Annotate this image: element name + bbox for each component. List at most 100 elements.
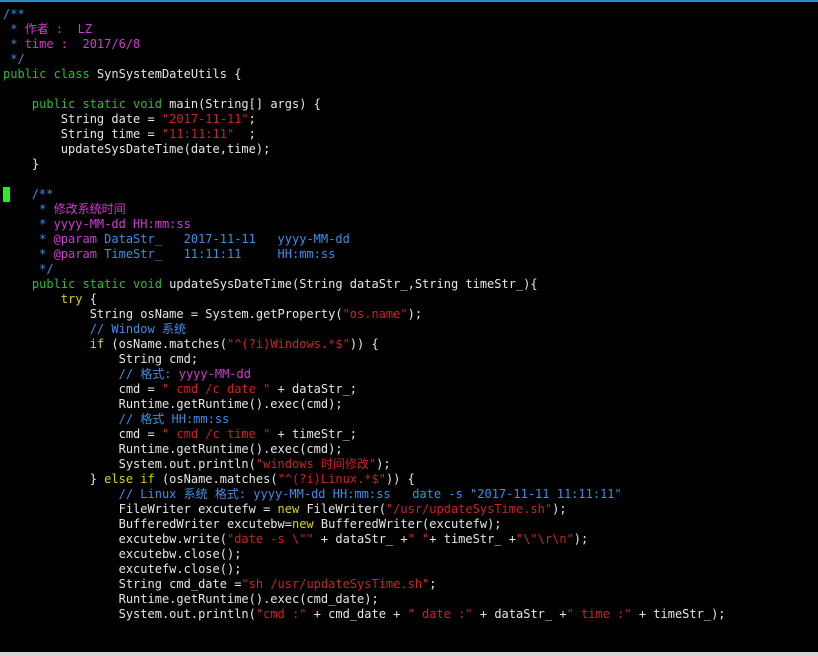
doc-token: @param <box>53 232 97 246</box>
code-line[interactable]: } else if (osName.matches("^(?i)Linux.*$… <box>3 472 818 487</box>
code-token: Runtime.getRuntime().exec(cmd); <box>3 442 343 456</box>
code-line[interactable]: * @param DataStr_ 2017-11-11 yyyy-MM-dd <box>3 232 818 247</box>
code-line[interactable]: excutefw.close(); <box>3 562 818 577</box>
string-literal-token: "windows 时间修改" <box>255 457 377 471</box>
code-token: (osName.matches( <box>154 472 278 486</box>
code-token: + timeStr_); <box>631 607 726 621</box>
code-token: + timeStr_ + <box>429 532 516 546</box>
code-token: excutebw.write( <box>3 532 227 546</box>
string-literal-token: "2017-11-11" <box>161 112 249 126</box>
code-line[interactable]: Runtime.getRuntime().exec(cmd_date); <box>3 592 818 607</box>
code-line[interactable]: updateSysDateTime(date,time); <box>3 142 818 157</box>
code-line[interactable]: */ <box>3 262 818 277</box>
code-line[interactable]: * @param TimeStr_ 11:11:11 HH:mm:ss <box>3 247 818 262</box>
comment-token: */ <box>3 262 54 276</box>
control-keyword-token: new <box>291 517 314 531</box>
code-token: String osName = System.getProperty( <box>3 307 343 321</box>
code-line[interactable]: */ <box>3 52 818 67</box>
code-line[interactable]: try { <box>3 292 818 307</box>
comment-token: /** <box>31 187 54 201</box>
code-line[interactable]: public static void updateSysDateTime(Str… <box>3 277 818 292</box>
code-token: ); <box>407 307 423 321</box>
code-line[interactable]: /** <box>3 187 818 202</box>
code-line[interactable]: String cmd; <box>3 352 818 367</box>
code-token: System.out.println( <box>3 607 256 621</box>
code-line[interactable]: // 格式 HH:mm:ss <box>3 412 818 427</box>
string-literal-token: "cmd :" <box>255 607 307 621</box>
string-literal-token: "11:11:11" <box>161 127 235 141</box>
code-token: cmd = <box>3 427 162 441</box>
code-token: Runtime.getRuntime().exec(cmd); <box>3 397 343 411</box>
code-line[interactable]: BufferedWriter excutebw=new BufferedWrit… <box>3 517 818 532</box>
code-line[interactable]: } <box>3 157 818 172</box>
comment-token: // 格式: <box>118 367 179 381</box>
code-line[interactable]: // Linux 系统 格式: yyyy-MM-dd HH:mm:ss date… <box>3 487 818 502</box>
code-line[interactable] <box>3 172 818 187</box>
code-line[interactable]: cmd = " cmd /c date " + dataStr_; <box>3 382 818 397</box>
string-literal-token: "^(?i)Linux.*$" <box>277 472 386 486</box>
code-line[interactable]: System.out.println("windows 时间修改"); <box>3 457 818 472</box>
comment-token: * <box>3 217 54 231</box>
comment-token: // 格式 HH:mm:ss <box>118 412 230 426</box>
code-token: ); <box>573 532 589 546</box>
code-token: BufferedWriter excutebw= <box>3 517 292 531</box>
string-literal-token: "os.name" <box>342 307 408 321</box>
bottom-scrollbar[interactable] <box>0 652 818 656</box>
code-line[interactable]: excutebw.write("date -s \"" + dataStr_ +… <box>3 532 818 547</box>
code-area[interactable]: /** * 作者 : LZ * time : 2017/6/8 */public… <box>3 7 818 622</box>
code-token: FileWriter( <box>299 502 386 516</box>
text-cursor <box>3 187 10 202</box>
control-keyword-token: if <box>89 337 105 351</box>
control-keyword-token: new <box>277 502 300 516</box>
code-token: } <box>3 472 105 486</box>
code-line[interactable]: if (osName.matches("^(?i)Windows.*$")) { <box>3 337 818 352</box>
string-literal-token: "sh /usr/updateSysTime.sh" <box>241 577 430 591</box>
code-line[interactable]: cmd = " cmd /c time " + timeStr_; <box>3 427 818 442</box>
keyword-token: public class <box>3 67 90 81</box>
code-line[interactable]: public class SynSystemDateUtils { <box>3 67 818 82</box>
code-line[interactable]: * time : 2017/6/8 <box>3 37 818 52</box>
code-token: Runtime.getRuntime().exec(cmd_date); <box>3 592 379 606</box>
code-line[interactable]: String time = "11:11:11" ; <box>3 127 818 142</box>
code-token: { <box>82 292 97 306</box>
code-line[interactable]: String cmd_date ="sh /usr/updateSysTime.… <box>3 577 818 592</box>
code-line[interactable]: * yyyy-MM-dd HH:mm:ss <box>3 217 818 232</box>
code-line[interactable]: * 修改系统时间 <box>3 202 818 217</box>
code-token: } <box>3 157 40 171</box>
code-line[interactable]: excutebw.close(); <box>3 547 818 562</box>
code-line[interactable]: String date = "2017-11-11"; <box>3 112 818 127</box>
code-line[interactable]: /** <box>3 7 818 22</box>
string-literal-token: " cmd /c date " <box>161 382 271 396</box>
code-token: main(String[] args) { <box>161 97 321 111</box>
string-literal-token: " date :" <box>407 607 473 621</box>
code-line[interactable]: FileWriter excutefw = new FileWriter("/u… <box>3 502 818 517</box>
code-editor[interactable]: /** * 作者 : LZ * time : 2017/6/8 */public… <box>0 0 818 656</box>
code-line[interactable]: public static void main(String[] args) { <box>3 97 818 112</box>
string-literal-token: "date -s \"" <box>226 532 314 546</box>
code-line[interactable]: System.out.println("cmd :" + cmd_date + … <box>3 607 818 622</box>
comment-token: /** <box>3 7 25 21</box>
code-token: )) { <box>349 337 379 351</box>
string-literal-token: "/usr/updateSysTime.sh" <box>385 502 553 516</box>
control-keyword-token: else if <box>104 472 155 486</box>
code-line[interactable]: * 作者 : LZ <box>3 22 818 37</box>
code-line[interactable]: String osName = System.getProperty("os.n… <box>3 307 818 322</box>
code-token: + dataStr_; <box>270 382 358 396</box>
code-line[interactable] <box>3 82 818 97</box>
code-line[interactable]: // Window 系统 <box>3 322 818 337</box>
comment-token: DataStr_ 2017-11-11 yyyy-MM-dd <box>96 232 350 246</box>
doc-token: yyyy-MM-dd HH:mm:ss <box>53 217 191 231</box>
comment-token: */ <box>3 52 25 66</box>
code-line[interactable]: Runtime.getRuntime().exec(cmd); <box>3 442 818 457</box>
string-literal-token: "\"\r\n" <box>515 532 574 546</box>
code-token: + dataStr_ + <box>472 607 567 621</box>
code-token: String time = <box>3 127 162 141</box>
code-line[interactable]: // 格式: yyyy-MM-dd <box>3 367 818 382</box>
code-token: String cmd; <box>3 352 199 366</box>
code-token: + dataStr_ + <box>313 532 408 546</box>
code-line[interactable]: Runtime.getRuntime().exec(cmd); <box>3 397 818 412</box>
